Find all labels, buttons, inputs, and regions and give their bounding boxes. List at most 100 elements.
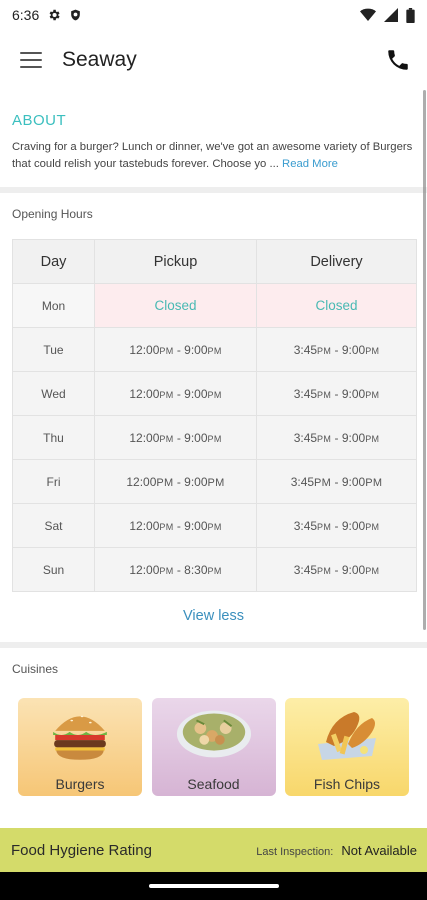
cuisines-section: Cuisines Burgers Seafood Fish Chips [0, 648, 427, 796]
time-period: PM [317, 433, 332, 444]
table-row: Thu 12:00PM - 9:00PM 3:45PM - 9:00PM [12, 415, 417, 460]
shield-icon [71, 9, 81, 21]
table-row: Tue 12:00PM - 9:00PM 3:45PM - 9:00PM [12, 327, 417, 372]
cell-day: Sat [12, 503, 95, 548]
time-period: PM [156, 476, 174, 489]
cuisine-list: Burgers Seafood Fish Chips [12, 698, 415, 796]
time-period: PM [365, 476, 383, 489]
cell-delivery: 3:45PM - 9:00PM [256, 415, 417, 460]
status-right [360, 7, 415, 23]
time-period: PM [207, 521, 222, 532]
time-value: 12:00 [126, 474, 157, 489]
inspection-value: Not Available [341, 842, 417, 858]
time-period: PM [159, 345, 174, 356]
cell-delivery: 3:45PM - 9:00PM [256, 371, 417, 416]
time-value: 3:45 [293, 386, 318, 401]
time-period: PM [207, 345, 222, 356]
hamburger-icon[interactable] [20, 52, 42, 68]
time-period: PM [365, 565, 380, 576]
status-left: 6:36 [12, 7, 82, 23]
opening-hours-section: Opening Hours Day Pickup Delivery Mon Clo… [0, 193, 427, 642]
time-period: PM [365, 345, 380, 356]
wifi-icon [360, 8, 376, 21]
about-description: Craving for a burger? Lunch or dinner, w… [12, 141, 413, 170]
table-row: Fri 12:00PM - 9:00PM 3:45PM - 9:00PM [12, 459, 417, 504]
time-value: 12:00 [129, 562, 160, 577]
cell-day: Sun [12, 547, 95, 592]
hours-body: Mon Closed Closed Tue 12:00PM - 9:00PM 3:45PM… [12, 283, 417, 592]
cuisines-label: Cuisines [12, 662, 59, 676]
time-value: 3:45 [293, 518, 318, 533]
cell-delivery: 3:45PM - 9:00PM [256, 547, 417, 592]
hygiene-inspection: Last Inspection: Not Available [256, 843, 417, 858]
time-value: - 9:00 [331, 562, 366, 577]
table-row: Mon Closed Closed [12, 283, 417, 328]
opening-hours-table: Day Pickup Delivery Mon Closed Closed Tue 12… [12, 239, 417, 592]
time-value: - 9:00 [173, 342, 208, 357]
app-bar: Seaway [0, 30, 427, 90]
time-value: - 8:30 [173, 562, 208, 577]
time-period: PM [159, 389, 174, 400]
time-value: - 9:00 [331, 342, 366, 357]
cell-delivery: 3:45PM - 9:00PM [256, 327, 417, 372]
time-period: PM [207, 565, 222, 576]
read-more-link[interactable]: Read More [282, 158, 338, 170]
cell-pickup: 12:00PM - 9:00PM [94, 327, 257, 372]
hygiene-title: Food Hygiene Rating [11, 841, 152, 859]
time-value: - 9:00 [331, 386, 366, 401]
time-period: PM [317, 521, 332, 532]
time-value: 12:00 [129, 386, 160, 401]
view-less-link[interactable]: View less [12, 592, 415, 642]
seafood-bowl-image [176, 710, 251, 758]
cell-delivery: 3:45PM - 9:00PM [256, 503, 417, 548]
scrollbar[interactable] [423, 90, 426, 630]
time-period: PM [314, 476, 332, 489]
table-row: Sat 12:00PM - 9:00PM 3:45PM - 9:00PM [12, 503, 417, 548]
home-gesture-handle[interactable] [148, 884, 279, 888]
cuisine-card-fish-chips[interactable]: Fish Chips [285, 698, 409, 796]
time-period: PM [317, 565, 332, 576]
cuisine-card-burgers[interactable]: Burgers [18, 698, 142, 796]
time-value: - 9:00 [331, 518, 366, 533]
time-value: - 9:00 [331, 430, 366, 445]
time-value: - 9:00 [173, 474, 208, 489]
cell-day: Tue [12, 327, 95, 372]
cell-delivery: Closed [256, 283, 417, 328]
status-time: 6:36 [12, 7, 40, 23]
time-period: PM [317, 389, 332, 400]
table-row: Sun 12:00PM - 8:30PM 3:45PM - 9:00PM [12, 547, 417, 592]
system-nav-bar [0, 872, 427, 900]
time-period: PM [317, 345, 332, 356]
time-value: 3:45 [293, 562, 318, 577]
cell-pickup: 12:00PM - 9:00PM [94, 503, 257, 548]
opening-hours-label: Opening Hours [12, 207, 93, 221]
time-period: PM [159, 565, 174, 576]
battery-icon [406, 7, 415, 23]
cell-day: Wed [12, 371, 95, 416]
cuisine-label: Fish Chips [313, 776, 381, 792]
time-period: PM [365, 521, 380, 532]
time-value: 3:45 [293, 342, 318, 357]
cuisine-label: Seafood [187, 776, 240, 792]
cuisine-label: Burgers [55, 776, 105, 792]
time-period: PM [365, 433, 380, 444]
time-value: - 9:00 [173, 518, 208, 533]
time-period: PM [159, 433, 174, 444]
cell-pickup: 12:00PM - 9:00PM [94, 371, 257, 416]
table-row: Wed 12:00PM - 9:00PM 3:45PM - 9:00PM [12, 371, 417, 416]
time-value: 12:00 [129, 430, 160, 445]
time-period: PM [207, 476, 225, 489]
food-hygiene-bar[interactable]: Food Hygiene Rating Last Inspection: Not… [0, 828, 427, 872]
phone-icon[interactable] [385, 47, 411, 73]
cell-day: Fri [12, 459, 95, 504]
app-title: Seaway [62, 48, 137, 71]
cell-pickup: Closed [94, 283, 257, 328]
about-title: ABOUT [12, 112, 67, 129]
table-header-row: Day Pickup Delivery [12, 239, 417, 284]
time-value: - 9:00 [331, 474, 366, 489]
cuisine-card-seafood[interactable]: Seafood [151, 698, 276, 796]
cell-day: Thu [12, 415, 95, 460]
about-text: Craving for a burger? Lunch or dinner, w… [12, 139, 415, 173]
inspection-label: Last Inspection: [256, 845, 334, 858]
time-value: 3:45 [293, 430, 318, 445]
